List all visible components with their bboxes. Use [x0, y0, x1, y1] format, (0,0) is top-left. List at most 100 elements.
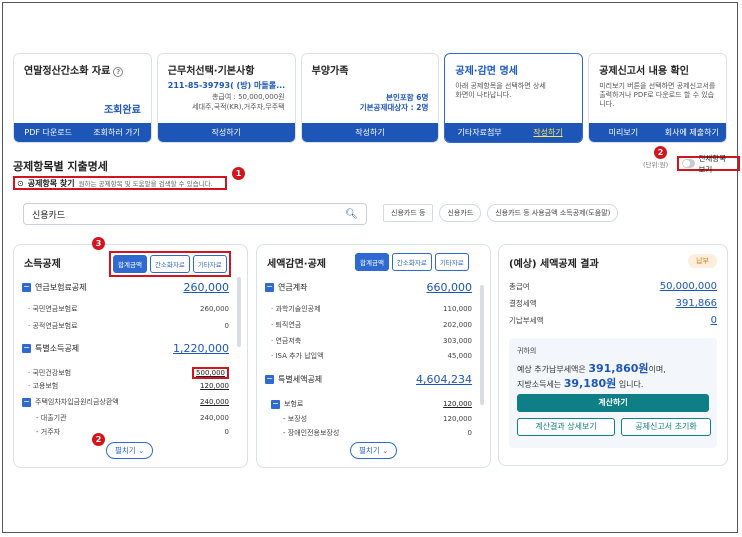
step-bar: 연말정산간소화 자료? 조회완료 PDF 다운로드 조회하러 가기 근무처선택·… [13, 53, 727, 143]
step-simplified-data[interactable]: 연말정산간소화 자료? 조회완료 PDF 다운로드 조회하러 가기 [13, 53, 152, 143]
resident-info: 세대주,국적(KR),거주자,무주택 [192, 103, 285, 111]
chevron-down-icon: ⌄ [138, 446, 145, 455]
list-item: - 대출기관 240,000 [36, 414, 229, 422]
help-icon[interactable]: ? [113, 67, 124, 77]
result-row: 총급여 50,000,000 [509, 281, 717, 292]
collapse-icon[interactable]: − [265, 375, 274, 384]
dependents-basic: 기본공제대상자 : 2명 [359, 103, 429, 112]
special-row[interactable]: − 특별소득공제 1,220,000 [14, 342, 247, 355]
list-item: · 과학기술인공제 110,000 [271, 305, 472, 313]
step-dependents[interactable]: 부양가족 본인포함 6명 기본공제대상자 : 2명 작성하기 [300, 53, 440, 143]
list-item: - 보장성 120,000 [283, 415, 472, 423]
list-item: · 국민연금보험료 260,000 [28, 305, 229, 313]
chip-credit-card-etc[interactable]: 신용카드 등 [383, 204, 434, 222]
section-title: 공제항목별 지출명세 [13, 160, 108, 173]
step-title: 공제·감면 명세 [455, 66, 518, 77]
search-suggestions: 신용카드 등 신용카드 신용카드 등 사용금액 소득공제(도움말) [383, 204, 619, 222]
search-icon: ⊙ [17, 178, 24, 188]
step-desc: 미리보기 버튼을 선택하면 공제신고서를 출력하거나 PDF로 다운로드 할 수… [599, 82, 716, 108]
chevron-down-icon: ⌄ [382, 446, 389, 455]
list-item: · 공적연금보험료 0 [28, 322, 229, 330]
step-title: 근무처선택·기본사항 [167, 66, 255, 77]
local-tax-amount: 39,180원 [563, 377, 617, 390]
preview-button[interactable]: 미리보기 [589, 123, 657, 142]
search-value: 신용카드 [32, 210, 66, 221]
tab-other[interactable]: 기타자료 [434, 253, 469, 271]
find-desc: 원하는 공제항목 및 도움말을 검색할 수 있습니다. [78, 180, 213, 188]
list-item: · ISA 추가 납입액 45,000 [271, 352, 472, 360]
row-value[interactable]: 1,220,000 [173, 342, 229, 355]
find-deduction: ⊙ 공제항목 찾기 원하는 공제항목 및 도움말을 검색할 수 있습니다. [13, 176, 227, 190]
tab-total[interactable]: 합계금액 [355, 253, 389, 271]
marker-2b: 2 [92, 433, 105, 446]
detail-button[interactable]: 계산결과 상세보기 [517, 418, 615, 436]
find-title: 공제항목 찾기 [27, 178, 75, 188]
collapse-icon[interactable]: − [271, 399, 280, 409]
search-input[interactable]: 신용카드 🔍︎ [23, 203, 367, 225]
collapse-icon[interactable]: − [265, 283, 274, 292]
write-button[interactable]: 작성하기 [514, 123, 582, 142]
pension-row[interactable]: − 연금보험료공제 260,000 [14, 281, 247, 294]
pension-account-row[interactable]: − 연금계좌 660,000 [257, 281, 490, 294]
step-deductions[interactable]: 공제·감면 명세 아래 공제항목을 선택하면 상세화면이 나타납니다. 기타자료… [444, 53, 584, 143]
step-title: 연말정산간소화 자료 [24, 66, 111, 77]
salary-text: 총급여 : 50,000,000원 [211, 93, 285, 101]
result-row: 결정세액 391,866 [509, 298, 717, 309]
marker-1: 1 [232, 167, 245, 180]
toggle-switch[interactable] [682, 159, 695, 168]
go-inquiry-button[interactable]: 조회하러 가기 [82, 123, 150, 142]
tab-total[interactable]: 합계금액 [113, 255, 147, 273]
list-item: · 퇴직연금 202,000 [271, 321, 472, 329]
pdf-download-button[interactable]: PDF 다운로드 [14, 123, 82, 142]
list-item: − 주택임차차입금원리금상환액 240,000 [22, 396, 229, 407]
tab-other[interactable]: 기타자료 [192, 255, 227, 273]
collapse-icon[interactable]: − [22, 283, 31, 292]
chip-credit-card[interactable]: 신용카드 [439, 204, 482, 222]
list-item: · 연금저축 303,000 [271, 337, 472, 345]
attach-other-button[interactable]: 기타자료첨부 [445, 123, 513, 142]
health-insurance-value[interactable]: 500,000 [192, 367, 229, 379]
collapse-icon[interactable]: − [22, 344, 31, 353]
show-all-toggle[interactable]: 전체항목 보기 [677, 154, 740, 174]
result-panel: (예상) 세액공제 결과 납부 총급여 50,000,000 결정세액 391,86… [498, 244, 728, 466]
step-workplace[interactable]: 근무처선택·기본사항 211-85-39793( (방) 마돌롤... 총급여 … [156, 53, 296, 143]
magnifier-icon[interactable]: 🔍︎ [345, 209, 358, 220]
row-label: 연금보험료공제 [35, 283, 87, 292]
list-item: − 보험료 120,000 [271, 398, 472, 409]
result-message: 귀하의 예상 추가납부세액은 391,860원이며, 지방소득세는 39,180… [509, 338, 717, 448]
app-frame: 연말정산간소화 자료? 조회완료 PDF 다운로드 조회하러 가기 근무처선택·… [2, 2, 740, 533]
result-row: 기납부세액 0 [509, 315, 717, 326]
income-deduction-panel: 소득공제 3 합계금액 간소화자료 기타자료 − 연금보험료공제 260,000… [13, 237, 248, 468]
collapse-icon[interactable]: − [22, 397, 31, 407]
status-text: 조회완료 [103, 105, 141, 116]
step-desc: 아래 공제항목을 선택하면 상세화면이 나타납니다. [455, 82, 546, 99]
tax-credit-panel: 세액감면·공제 합계금액 간소화자료 기타자료 − 연금계좌 660,000 ·… [256, 244, 491, 468]
panel-title: 소득공제 [24, 259, 61, 270]
calculate-button[interactable]: 계산하기 [517, 394, 709, 412]
marker-2: 2 [654, 146, 667, 159]
step-confirm[interactable]: 공제신고서 내용 확인 미리보기 버튼을 선택하면 공제신고서를 출력하거나 P… [588, 53, 727, 143]
write-button[interactable]: 작성하기 [158, 123, 295, 142]
panel-title: 세액감면·공제 [267, 259, 326, 270]
unit-label: (단위:원) [643, 161, 669, 169]
step-title: 공제신고서 내용 확인 [599, 66, 689, 77]
expand-button[interactable]: 펼치기 ⌄ [106, 442, 154, 459]
list-item: - 장애인전용보장성 0 [283, 429, 472, 437]
toggle-label: 전체항목 보기 [698, 153, 727, 174]
expand-button[interactable]: 펼치기 ⌄ [350, 442, 398, 459]
reset-button[interactable]: 공제신고서 초기화 [621, 418, 711, 436]
write-button[interactable]: 작성하기 [302, 123, 439, 142]
row-label: 특별소득공제 [35, 344, 80, 353]
tab-simplified[interactable]: 간소화자료 [391, 253, 432, 271]
panel-title: (예상) 세액공제 결과 [509, 259, 599, 270]
step-title: 부양가족 [311, 66, 349, 77]
row-value[interactable]: 260,000 [184, 281, 230, 294]
special-tax-row[interactable]: − 특별세액공제 4,604,234 [257, 373, 490, 386]
additional-tax-amount: 391,860원 [588, 362, 649, 375]
company-text: 211-85-39793( (방) 마돌롤... [167, 81, 286, 90]
list-item: · 국민건강보험 500,000 [14, 367, 247, 379]
submit-button[interactable]: 회사에 제출하기 [658, 123, 726, 142]
tab-simplified[interactable]: 간소화자료 [149, 255, 190, 273]
status-badge: 납부 [688, 254, 717, 268]
chip-credit-card-help[interactable]: 신용카드 등 사용금액 소득공제(도움말) [487, 204, 619, 222]
